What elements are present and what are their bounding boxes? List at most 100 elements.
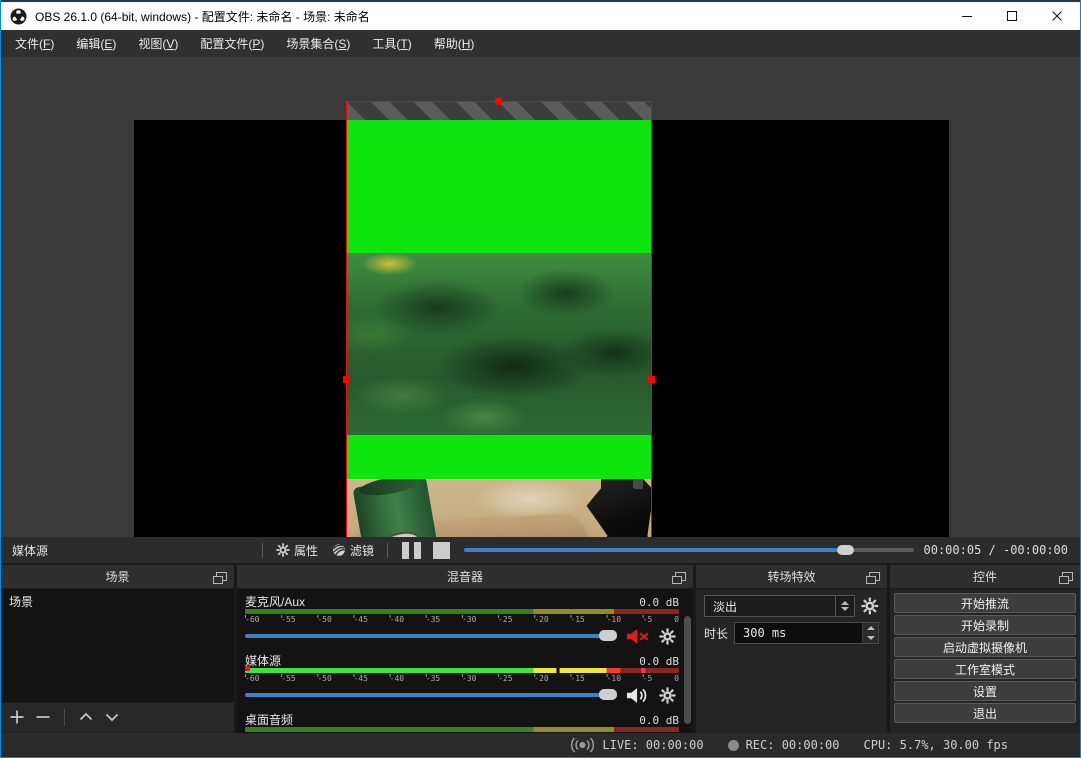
transitions-header[interactable]: 转场特效 bbox=[696, 565, 887, 589]
menu-file[interactable]: 文件(F) bbox=[4, 31, 65, 56]
filters-icon bbox=[332, 543, 346, 557]
duration-value: 300 ms bbox=[735, 626, 862, 640]
combo-arrows-icon[interactable] bbox=[836, 595, 856, 617]
tick-label: -40 bbox=[390, 615, 404, 625]
minimize-button[interactable] bbox=[944, 2, 989, 30]
studio-mode-button[interactable]: 工作室模式 bbox=[894, 659, 1076, 679]
resize-handle-top[interactable] bbox=[495, 98, 502, 105]
audio-mixer-dock: 混音器 麦克风/Aux 0.0 dB -60-55-50-45-40-35-30… bbox=[237, 565, 693, 733]
exit-button[interactable]: 退出 bbox=[894, 703, 1076, 723]
gear-icon[interactable] bbox=[861, 597, 879, 615]
tick-label: -55 bbox=[281, 615, 295, 625]
meter-ticks: -60-55-50-45-40-35-30-25-20-15-10-50 bbox=[245, 615, 679, 625]
transition-select[interactable]: 淡出 bbox=[704, 595, 836, 617]
dock-icon[interactable] bbox=[216, 572, 227, 581]
add-scene-button[interactable] bbox=[9, 709, 25, 725]
move-scene-down-button[interactable] bbox=[104, 709, 120, 725]
bottom-docks: 场景 场景 混音器 麦克风/Aux 0.0 dB -6 bbox=[1, 563, 1080, 733]
dock-icon[interactable] bbox=[675, 572, 686, 581]
resize-handle-left[interactable] bbox=[343, 376, 350, 383]
start-virtual-camera-button[interactable]: 启动虚拟摄像机 bbox=[894, 637, 1076, 657]
rec-icon bbox=[728, 740, 739, 751]
close-button[interactable] bbox=[1034, 2, 1079, 30]
menu-scene-collection[interactable]: 场景集合(S) bbox=[275, 31, 361, 56]
tick-label: -25 bbox=[498, 674, 512, 684]
obs-logo-icon bbox=[10, 8, 27, 25]
speaker-icon[interactable] bbox=[626, 687, 650, 704]
tick-label: -30 bbox=[462, 615, 476, 625]
maximize-button[interactable] bbox=[989, 2, 1034, 30]
toolbar-separator bbox=[387, 543, 388, 558]
dock-icon[interactable] bbox=[1062, 572, 1073, 581]
menu-profile[interactable]: 配置文件(P) bbox=[189, 31, 275, 56]
volume-slider[interactable] bbox=[245, 693, 617, 697]
toolbar-separator bbox=[262, 543, 263, 558]
toolbar-separator bbox=[64, 709, 65, 726]
properties-button[interactable]: 属性 bbox=[269, 539, 325, 562]
tick-label: -30 bbox=[462, 674, 476, 684]
title-bar[interactable]: OBS 26.1.0 (64-bit, windows) - 配置文件: 未命名… bbox=[0, 2, 1081, 30]
tick-label: -35 bbox=[426, 674, 440, 684]
window-title: OBS 26.1.0 (64-bit, windows) - 配置文件: 未命名… bbox=[35, 8, 370, 25]
tick-label: -45 bbox=[353, 615, 367, 625]
mixer-header[interactable]: 混音器 bbox=[237, 565, 693, 589]
source-selection-box[interactable] bbox=[346, 101, 652, 537]
live-icon bbox=[570, 737, 595, 753]
start-streaming-button[interactable]: 开始推流 bbox=[894, 593, 1076, 613]
channel-name: 麦克风/Aux bbox=[245, 593, 305, 610]
mixer-body: 麦克风/Aux 0.0 dB -60-55-50-45-40-35-30-25-… bbox=[237, 589, 693, 732]
scenes-header[interactable]: 场景 bbox=[1, 565, 234, 589]
menu-bar: 文件(F) 编辑(E) 视图(V) 配置文件(P) 场景集合(S) 工具(T) … bbox=[0, 30, 1081, 57]
menu-view[interactable]: 视图(V) bbox=[127, 31, 189, 56]
tick-label: 0 bbox=[674, 615, 679, 625]
tick-label: -10 bbox=[607, 615, 621, 625]
seek-handle[interactable] bbox=[837, 545, 854, 555]
move-scene-up-button[interactable] bbox=[78, 709, 94, 725]
stop-button[interactable] bbox=[433, 542, 450, 559]
tick-label: -25 bbox=[498, 615, 512, 625]
mute-icon[interactable] bbox=[626, 628, 650, 645]
volume-handle[interactable] bbox=[599, 630, 617, 641]
menu-help[interactable]: 帮助(H) bbox=[423, 31, 486, 56]
dock-icon[interactable] bbox=[869, 572, 880, 581]
media-seek-slider[interactable] bbox=[464, 548, 913, 552]
mixer-scrollbar[interactable] bbox=[684, 616, 691, 724]
tick-label: -20 bbox=[534, 615, 548, 625]
remove-scene-button[interactable] bbox=[35, 709, 51, 725]
scene-list-item[interactable]: 场景 bbox=[1, 589, 234, 614]
pause-icon bbox=[402, 542, 409, 559]
window-top-border bbox=[0, 0, 1081, 2]
channel-level: 0.0 dB bbox=[639, 596, 679, 609]
volume-meter bbox=[245, 668, 679, 673]
tick-label: -60 bbox=[245, 615, 259, 625]
menu-edit[interactable]: 编辑(E) bbox=[65, 31, 127, 56]
pause-button[interactable] bbox=[394, 542, 429, 559]
pause-icon bbox=[414, 542, 421, 559]
gear-icon[interactable] bbox=[659, 628, 676, 645]
resize-handle-right[interactable] bbox=[648, 376, 655, 383]
channel-level: 0.0 dB bbox=[639, 655, 679, 668]
duration-spinbox[interactable]: 300 ms bbox=[734, 622, 879, 644]
start-recording-button[interactable]: 开始录制 bbox=[894, 615, 1076, 635]
tick-label: -50 bbox=[317, 615, 331, 625]
spinner-arrows-icon[interactable] bbox=[862, 623, 878, 643]
filters-button[interactable]: 滤镜 bbox=[325, 539, 381, 562]
tick-label: -55 bbox=[281, 674, 295, 684]
controls-header[interactable]: 控件 bbox=[890, 565, 1080, 589]
maximize-icon bbox=[1006, 10, 1018, 22]
mixer-channel-desktop: 桌面音频 0.0 dB -60-55-50-45-40-35-30-25-20-… bbox=[237, 707, 693, 732]
tick-label: -60 bbox=[245, 674, 259, 684]
minimize-icon bbox=[961, 10, 973, 22]
channel-name: 桌面音频 bbox=[245, 711, 293, 728]
gear-icon[interactable] bbox=[659, 687, 676, 704]
menu-tools[interactable]: 工具(T) bbox=[361, 31, 422, 56]
media-source-toolbar: 媒体源 属性 滤镜 00:00:05 / -00:00:00 bbox=[1, 537, 1080, 563]
cpu-fps-stats: CPU: 5.7%, 30.00 fps bbox=[864, 738, 1009, 752]
settings-button[interactable]: 设置 bbox=[894, 681, 1076, 701]
rec-time: REC: 00:00:00 bbox=[746, 738, 840, 752]
volume-slider[interactable] bbox=[245, 634, 617, 638]
volume-handle[interactable] bbox=[599, 689, 617, 700]
tick-label: -5 bbox=[643, 674, 653, 684]
status-bar: LIVE: 00:00:00 REC: 00:00:00 CPU: 5.7%, … bbox=[1, 733, 1080, 757]
preview-workspace bbox=[1, 57, 1080, 537]
